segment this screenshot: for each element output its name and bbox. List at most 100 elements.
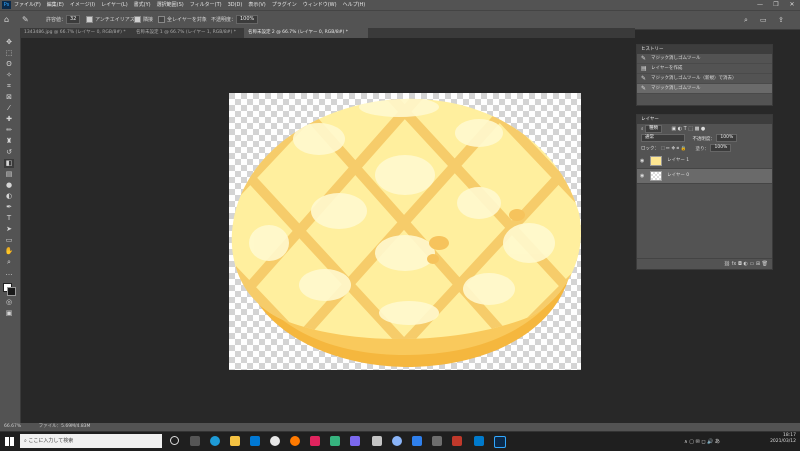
share-icon[interactable]: ⇪ — [778, 11, 784, 29]
blend-mode-select[interactable]: 通常 — [641, 134, 685, 142]
app-icon[interactable] — [310, 436, 320, 446]
menu-edit[interactable]: 編集(E) — [47, 0, 64, 10]
eyedropper-tool-icon[interactable]: ⁄ — [4, 104, 14, 113]
lock-icons[interactable]: ⬚ ✏ ✥ ⌗ 🔒 — [660, 147, 686, 152]
frame-tool-icon[interactable]: ⊠ — [4, 93, 14, 102]
app-icon[interactable] — [372, 436, 382, 446]
type-tool-icon[interactable]: T — [4, 214, 14, 223]
tray-icons[interactable]: ∧ ▢ ✉ ◻ 🔊 あ — [684, 438, 720, 445]
quick-select-tool-icon[interactable]: ✧ — [4, 71, 14, 80]
trash-icon[interactable]: 🗑 — [762, 261, 768, 267]
menu-layer[interactable]: レイヤー(L) — [101, 0, 128, 10]
path-selection-tool-icon[interactable]: ➤ — [4, 225, 14, 234]
mail-icon[interactable] — [250, 436, 260, 446]
hand-tool-icon[interactable]: ✋ — [4, 247, 14, 256]
history-item[interactable]: ✎ マジック消しゴムツール（新規）で消去） — [637, 74, 772, 84]
home-icon[interactable]: ⌂ — [4, 11, 9, 29]
all-layers-checkbox[interactable] — [158, 16, 165, 23]
rectangle-tool-icon[interactable]: ▭ — [4, 236, 14, 245]
layer-row[interactable]: ◉ レイヤー 0 — [637, 169, 772, 184]
zoom-level[interactable]: 66.67% — [4, 424, 21, 429]
layer-opacity-input[interactable]: 100% — [716, 134, 738, 142]
fill-input[interactable]: 100% — [710, 144, 732, 152]
tab-document-1[interactable]: 1343486.jpg @ 66.7% (レイヤー 0, RGB/8#) * — [20, 28, 132, 38]
eraser-tool-icon[interactable]: ◧ — [4, 159, 14, 168]
close-button[interactable]: ✕ — [784, 0, 800, 10]
minimize-button[interactable]: — — [752, 0, 768, 10]
gradient-tool-icon[interactable]: ▤ — [4, 170, 14, 179]
pen-tool-icon[interactable]: ✒ — [4, 203, 14, 212]
menu-3d[interactable]: 3D(D) — [228, 0, 243, 10]
app-icon[interactable] — [452, 436, 462, 446]
history-panel: ヒストリー ✎ マジック消しゴムツール ▤ レイヤーを作成 ✎ マジック消しゴムツール… — [636, 44, 773, 106]
tolerance-input[interactable]: 32 — [66, 15, 81, 24]
menu-view[interactable]: 表示(V) — [248, 0, 265, 10]
group-icon[interactable]: ▭ — [750, 261, 755, 267]
cortana-icon[interactable] — [170, 436, 179, 445]
dodge-tool-icon[interactable]: ◐ — [4, 192, 14, 201]
document-canvas[interactable] — [229, 93, 581, 370]
windows-start-icon[interactable] — [5, 437, 14, 446]
task-view-icon[interactable] — [190, 436, 200, 446]
adjustment-icon[interactable]: ◐ — [744, 261, 748, 267]
history-item[interactable]: ✎ マジック消しゴムツール — [637, 84, 772, 94]
fx-icon[interactable]: fx — [732, 261, 737, 267]
contiguous-checkbox[interactable] — [134, 16, 141, 23]
layer-kind-select[interactable]: 種類 — [644, 124, 662, 133]
menu-window[interactable]: ウィンドウ(W) — [303, 0, 337, 10]
eye-icon[interactable]: ◉ — [640, 169, 644, 183]
layers-panel-title[interactable]: レイヤー — [637, 115, 772, 124]
crop-tool-icon[interactable]: ⌗ — [4, 82, 14, 91]
screen-mode-icon[interactable]: ▣ — [4, 309, 14, 318]
taskbar-search-box[interactable]: ⌕ ここに入力して検索 — [20, 434, 162, 448]
link-layers-icon[interactable]: ⛓ — [724, 261, 730, 267]
workspace-icon[interactable]: ▭ — [760, 11, 767, 29]
mask-icon[interactable]: ◘ — [738, 261, 742, 267]
explorer-icon[interactable] — [230, 436, 240, 446]
menu-image[interactable]: イメージ(I) — [70, 0, 95, 10]
edge-icon[interactable] — [210, 436, 220, 446]
menu-help[interactable]: ヘルプ(H) — [343, 0, 366, 10]
eye-icon[interactable]: ◉ — [640, 154, 644, 168]
menu-filter[interactable]: フィルター(T) — [190, 0, 222, 10]
maximize-button[interactable]: ❐ — [768, 0, 784, 10]
zoom-tool-icon[interactable]: ⌕ — [4, 258, 14, 267]
antialias-checkbox[interactable] — [86, 16, 93, 23]
opacity-input[interactable]: 100% — [236, 15, 259, 24]
background-color-swatch[interactable] — [7, 287, 16, 296]
history-item[interactable]: ▤ レイヤーを作成 — [637, 64, 772, 74]
layer-row[interactable]: ◉ レイヤー 1 — [637, 154, 772, 169]
menu-select[interactable]: 選択範囲(S) — [157, 0, 184, 10]
vscode-icon[interactable] — [474, 436, 484, 446]
clock[interactable]: 18:17 2021/03/12 — [770, 433, 796, 445]
stamp-tool-icon[interactable]: ♜ — [4, 137, 14, 146]
brush-tool-icon[interactable]: ✏ — [4, 126, 14, 135]
history-item[interactable]: ✎ マジック消しゴムツール — [637, 54, 772, 64]
new-layer-icon[interactable]: ⊞ — [756, 261, 760, 267]
app-icon[interactable] — [432, 436, 442, 446]
tab-document-2[interactable]: 名称未設定 1 @ 66.7% (レイヤー 1, RGB/8#) * — [132, 28, 244, 38]
healing-brush-tool-icon[interactable]: ✚ — [4, 115, 14, 124]
app-icon[interactable] — [392, 436, 402, 446]
photoshop-taskbar-icon[interactable] — [494, 436, 506, 448]
tab-document-3[interactable]: 名称未設定 2 @ 66.7% (レイヤー 0, RGB/8#) * — [244, 28, 368, 38]
chrome-icon[interactable] — [270, 436, 280, 446]
app-icon[interactable] — [350, 436, 360, 446]
lasso-tool-icon[interactable]: ʘ — [4, 60, 14, 69]
more-tools-icon[interactable]: … — [4, 269, 14, 278]
search-icon[interactable]: ⌕ — [744, 11, 748, 29]
magic-eraser-tool-icon[interactable]: ✎ — [22, 11, 29, 29]
app-icon[interactable] — [330, 436, 340, 446]
history-panel-title[interactable]: ヒストリー — [637, 45, 772, 54]
history-brush-tool-icon[interactable]: ↺ — [4, 148, 14, 157]
blur-tool-icon[interactable]: ● — [4, 181, 14, 190]
move-tool-icon[interactable]: ✥ — [4, 38, 14, 47]
firefox-icon[interactable] — [290, 436, 300, 446]
quick-mask-icon[interactable]: ◎ — [4, 298, 14, 307]
menu-file[interactable]: ファイル(F) — [14, 0, 41, 10]
layer-filter-icons[interactable]: ▣ ◐ T ⬚ ▩ ● — [671, 126, 705, 132]
menu-plugins[interactable]: プラグイン — [272, 0, 297, 10]
menu-type[interactable]: 書式(Y) — [134, 0, 151, 10]
app-icon[interactable] — [412, 436, 422, 446]
marquee-tool-icon[interactable]: ⬚ — [4, 49, 14, 58]
